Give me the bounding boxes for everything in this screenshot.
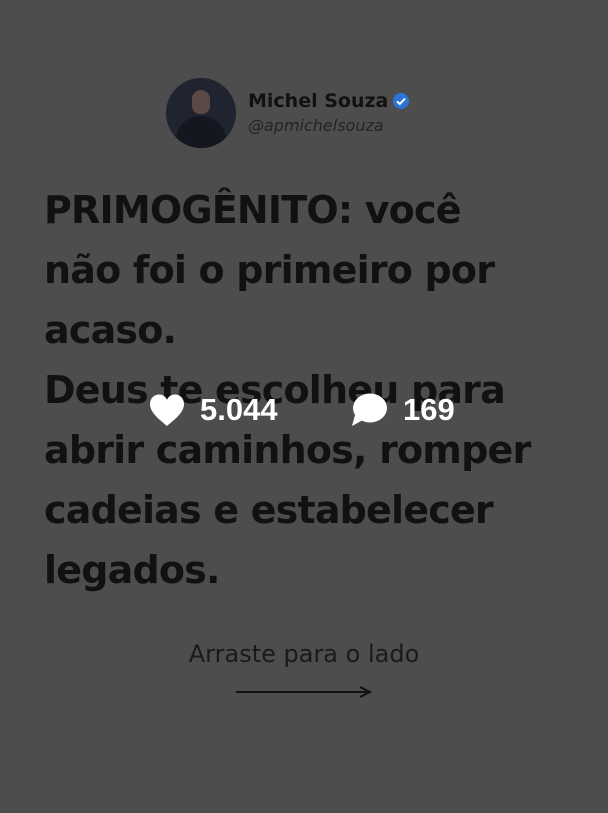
comments-count: 169	[403, 392, 455, 427]
post-line: PRIMOGÊNITO: você	[44, 188, 461, 232]
swipe-hint: Arraste para o lado	[0, 637, 608, 671]
likes-count: 5.044	[200, 392, 278, 427]
author-name-row: Michel Souza	[248, 89, 410, 113]
post-line: acaso.	[44, 308, 177, 352]
heart-icon	[148, 393, 186, 427]
speech-bubble-icon	[351, 392, 389, 428]
engagement-stats: 5.044 169	[0, 388, 608, 434]
post-line: não foi o primeiro por	[44, 248, 495, 292]
author-name[interactable]: Michel Souza	[248, 89, 388, 113]
likes-stat[interactable]: 5.044	[148, 388, 278, 432]
author-meta: Michel Souza @apmichelsouza	[248, 89, 410, 137]
author-header: Michel Souza @apmichelsouza	[166, 78, 410, 148]
avatar-shoulders	[176, 116, 226, 148]
arrow-right-icon[interactable]	[235, 682, 375, 702]
avatar-head	[192, 90, 210, 114]
author-handle[interactable]: @apmichelsouza	[248, 115, 410, 137]
post-line: legados.	[44, 548, 220, 592]
swipe-label: Arraste para o lado	[188, 640, 420, 668]
verified-badge-icon	[392, 92, 410, 110]
avatar[interactable]	[166, 78, 236, 148]
post-line: cadeias e estabelecer	[44, 488, 494, 532]
comments-stat[interactable]: 169	[351, 388, 455, 432]
